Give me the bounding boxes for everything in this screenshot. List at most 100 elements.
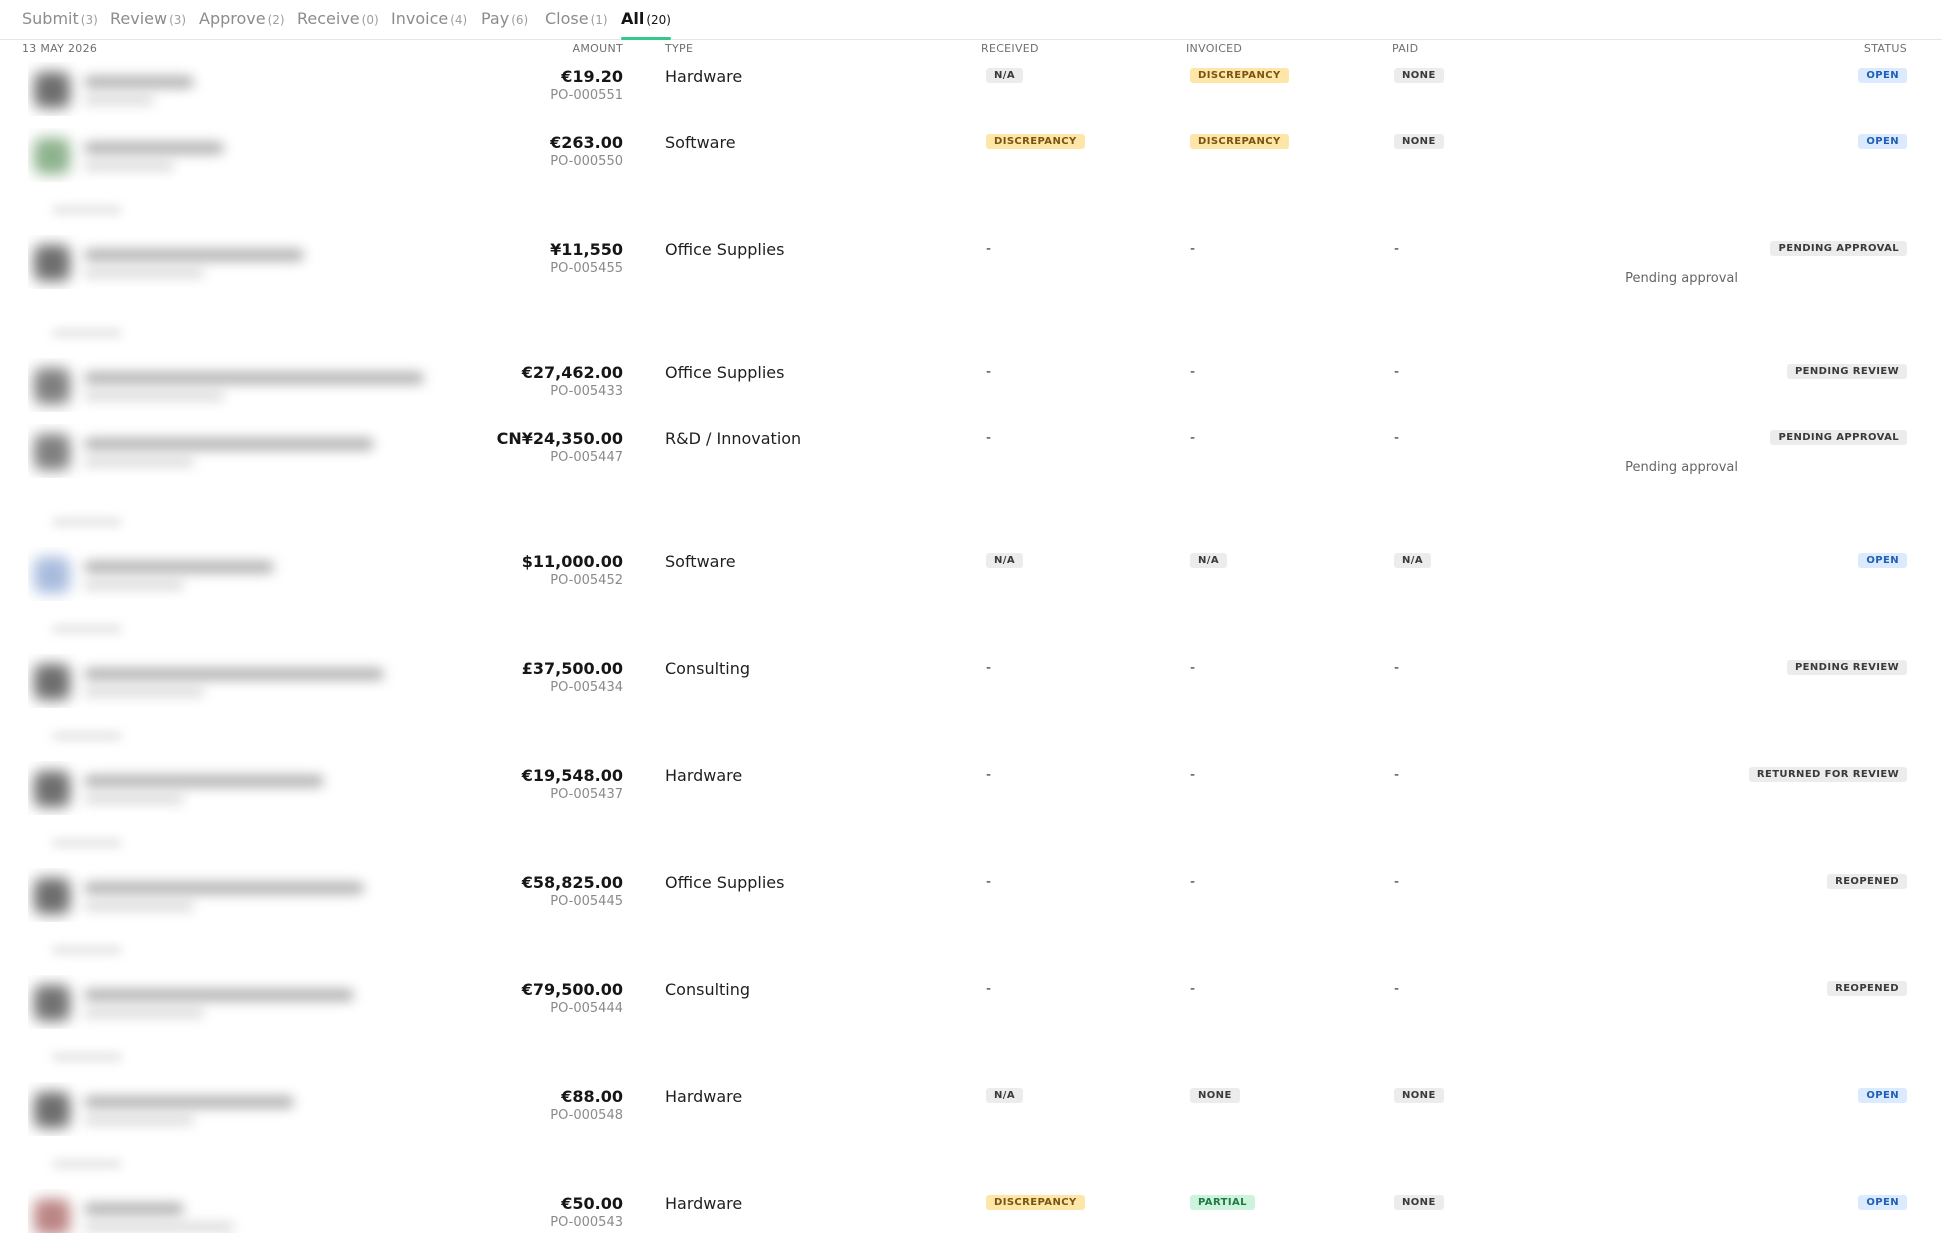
filter-tabs: Submit (3) Review (3) Approve (2) Receive (0… <box>0 0 1942 40</box>
tab-label: All <box>621 9 645 28</box>
tab-label: Submit <box>22 9 79 28</box>
type-value: Hardware <box>665 1194 743 1213</box>
vendor-avatar <box>34 72 70 108</box>
po-number: PO-000551 <box>550 88 623 103</box>
tab-pay[interactable]: Pay (6) <box>481 9 528 40</box>
status-note: Pending approval <box>1625 460 1738 475</box>
po-number: PO-005433 <box>550 384 623 399</box>
paid-value: - <box>1394 874 1400 890</box>
po-number: PO-005444 <box>550 1001 623 1016</box>
col-status[interactable]: STATUS <box>1864 42 1907 55</box>
vendor-avatar <box>34 245 70 281</box>
col-type[interactable]: TYPE <box>665 42 693 55</box>
po-number: PO-005455 <box>550 261 623 276</box>
paid-badge: NONE <box>1394 68 1444 83</box>
vendor-cell <box>28 358 438 412</box>
col-paid[interactable]: PAID <box>1392 42 1418 55</box>
tab-label: Receive <box>297 9 360 28</box>
type-value: Hardware <box>665 1087 743 1106</box>
vendor-cell <box>28 654 438 708</box>
tab-count: (6) <box>511 13 529 27</box>
tab-label: Close <box>545 9 589 28</box>
po-number: PO-005445 <box>550 894 623 909</box>
vendor-cell <box>28 424 438 478</box>
tab-label: Pay <box>481 9 510 28</box>
vendor-cell <box>28 975 438 1029</box>
vendor-avatar <box>34 138 70 174</box>
paid-value: - <box>1394 364 1400 380</box>
vendor-sub-redacted <box>84 96 154 104</box>
type-value: Hardware <box>665 67 743 86</box>
tab-count: (20) <box>646 13 671 27</box>
received-value: - <box>986 364 992 380</box>
po-number: PO-005452 <box>550 573 623 588</box>
vendor-avatar <box>34 1092 70 1128</box>
tab-count: (3) <box>80 13 98 27</box>
vendor-sub-redacted <box>84 269 204 277</box>
vendor-name-redacted <box>84 438 374 450</box>
vendor-cell <box>28 235 438 289</box>
col-amount[interactable]: AMOUNT <box>573 42 623 55</box>
received-value: - <box>986 767 992 783</box>
tab-all[interactable]: All (20) <box>621 9 671 40</box>
status-badge: OPEN <box>1858 553 1907 568</box>
amount-value: $11,000.00 <box>521 552 623 571</box>
vendor-avatar <box>34 557 70 593</box>
vendor-cell <box>28 547 438 601</box>
po-number: PO-005437 <box>550 787 623 802</box>
invoiced-badge: N/A <box>1190 553 1227 568</box>
amount-value: €58,825.00 <box>521 873 623 892</box>
vendor-avatar <box>34 434 70 470</box>
received-value: - <box>986 981 992 997</box>
tab-label: Review <box>110 9 168 28</box>
col-invoiced[interactable]: INVOICED <box>1186 42 1242 55</box>
invoiced-value: - <box>1190 430 1196 446</box>
vendor-name-redacted <box>84 249 304 261</box>
vendor-avatar <box>34 985 70 1021</box>
paid-badge: NONE <box>1394 134 1444 149</box>
tab-label: Approve <box>199 9 266 28</box>
vendor-sub-redacted <box>84 392 224 400</box>
col-received[interactable]: RECEIVED <box>981 42 1039 55</box>
tab-review[interactable]: Review (3) <box>110 9 186 40</box>
amount-value: €79,500.00 <box>521 980 623 999</box>
status-note: Pending approval <box>1625 271 1738 286</box>
paid-value: - <box>1394 241 1400 257</box>
tab-submit[interactable]: Submit (3) <box>22 9 98 40</box>
tab-count: (4) <box>450 13 468 27</box>
type-value: Consulting <box>665 659 751 678</box>
vendor-avatar <box>34 771 70 807</box>
status-badge: PENDING APPROVAL <box>1770 241 1907 256</box>
status-badge: PENDING REVIEW <box>1786 364 1907 379</box>
tab-invoice[interactable]: Invoice (4) <box>391 9 467 40</box>
paid-value: - <box>1394 430 1400 446</box>
vendor-cell <box>28 868 438 922</box>
po-number: PO-000543 <box>550 1215 623 1230</box>
status-badge: RETURNED FOR REVIEW <box>1748 767 1907 782</box>
group-marker-blur <box>52 839 122 847</box>
vendor-sub-redacted <box>84 902 194 910</box>
vendor-sub-redacted <box>84 581 184 589</box>
vendor-avatar <box>34 664 70 700</box>
received-badge: DISCREPANCY <box>986 1195 1085 1210</box>
tab-receive[interactable]: Receive (0) <box>297 9 379 40</box>
po-number: PO-005434 <box>550 680 623 695</box>
vendor-cell <box>28 62 438 116</box>
status-badge: REOPENED <box>1827 981 1907 996</box>
group-marker-blur <box>52 1160 122 1168</box>
type-value: Office Supplies <box>665 873 785 892</box>
tab-count: (3) <box>169 13 187 27</box>
status-badge: PENDING APPROVAL <box>1770 430 1907 445</box>
tab-approve[interactable]: Approve (2) <box>199 9 285 40</box>
group-date: 13 MAY 2026 <box>22 42 98 55</box>
vendor-name-redacted <box>84 1096 294 1108</box>
vendor-sub-redacted <box>84 1116 194 1124</box>
amount-value: €50.00 <box>561 1194 623 1213</box>
type-value: Software <box>665 552 736 571</box>
po-number: PO-000550 <box>550 154 623 169</box>
paid-value: - <box>1394 660 1400 676</box>
tab-close[interactable]: Close (1) <box>545 9 608 40</box>
vendor-sub-redacted <box>84 1009 204 1017</box>
amount-value: €88.00 <box>561 1087 623 1106</box>
amount-value: €19.20 <box>561 67 623 86</box>
